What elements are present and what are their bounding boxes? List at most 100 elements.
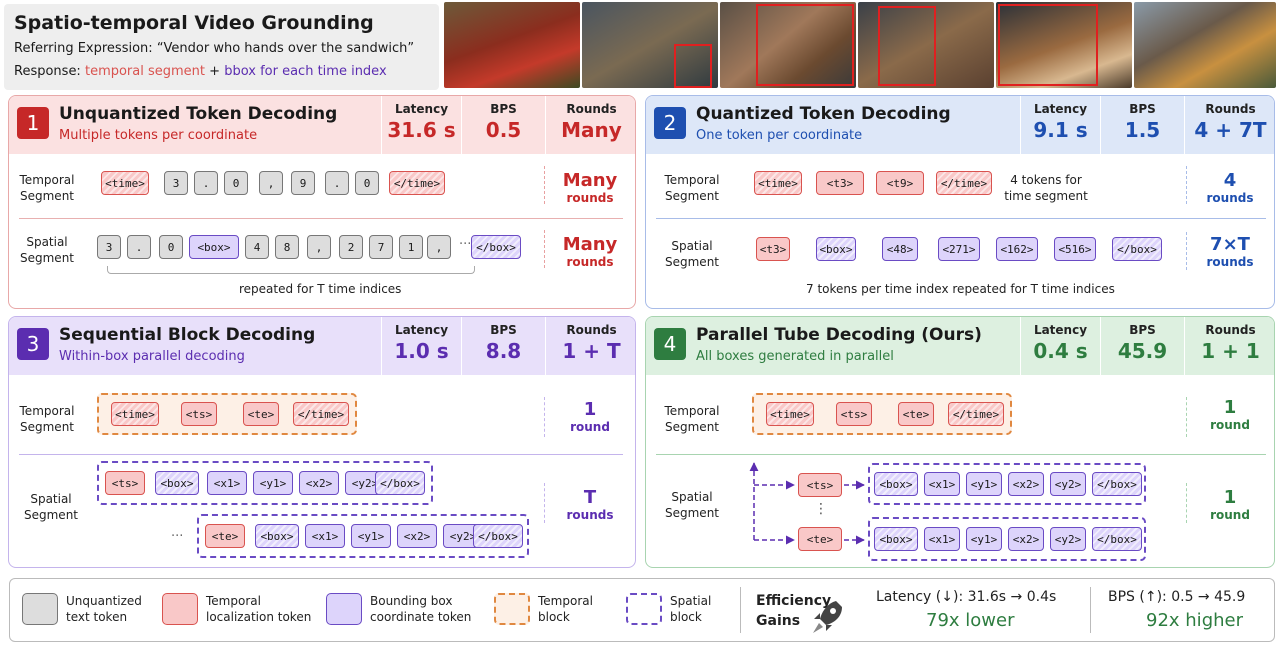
metric-label: Rounds bbox=[566, 102, 617, 116]
video-frame bbox=[444, 2, 580, 88]
temporal-rounds: 1 round bbox=[1194, 397, 1266, 432]
legend-swatch-spatial-block bbox=[626, 593, 662, 625]
rounds-unit: rounds bbox=[566, 508, 614, 522]
legend-label: Unquantized text token bbox=[66, 594, 142, 624]
token: </box> bbox=[473, 524, 523, 548]
panel-header: 3 Sequential Block Decoding Within-box p… bbox=[9, 317, 635, 375]
legend: Unquantized text token Temporal localiza… bbox=[9, 578, 1275, 642]
panel-subtitle: Multiple tokens per coordinate bbox=[59, 128, 258, 143]
token: , bbox=[427, 235, 451, 259]
legend-label: Bounding box coordinate token bbox=[370, 594, 472, 624]
token: </box> bbox=[375, 471, 425, 495]
latency-value: 1.0 s bbox=[394, 339, 449, 363]
video-frame bbox=[582, 2, 718, 88]
token: <y1> bbox=[351, 524, 391, 548]
token: <y2> bbox=[1050, 472, 1086, 496]
token: <x2> bbox=[1008, 472, 1044, 496]
latency-metric: Latency 1.0 s bbox=[381, 317, 461, 375]
token: </time> bbox=[389, 171, 445, 195]
rounds-unit: rounds bbox=[566, 255, 614, 269]
row-divider bbox=[656, 218, 1266, 219]
token: 0 bbox=[159, 235, 183, 259]
bounding-box bbox=[674, 44, 712, 88]
row-divider bbox=[19, 454, 623, 455]
token: 0 bbox=[224, 171, 248, 195]
bps-value: 8.8 bbox=[485, 339, 522, 363]
video-frame bbox=[996, 2, 1132, 88]
token-te: <te> bbox=[798, 527, 842, 551]
token: <box> bbox=[255, 524, 299, 548]
panel-header: 2 Quantized Token Decoding One token per… bbox=[646, 96, 1274, 154]
token: <x2> bbox=[397, 524, 437, 548]
latency-gain-value: 79x lower bbox=[926, 610, 1015, 631]
token: . bbox=[127, 235, 151, 259]
token: <x1> bbox=[305, 524, 345, 548]
vertical-ellipsis: ⋮ bbox=[814, 501, 828, 517]
token: <x1> bbox=[924, 472, 960, 496]
metric-label: Rounds bbox=[1205, 102, 1256, 116]
token: <y1> bbox=[966, 527, 1002, 551]
token: <ts> bbox=[181, 402, 217, 426]
temporal-rounds: 4 rounds bbox=[1194, 170, 1266, 205]
rounds-count: 4 bbox=[1223, 170, 1237, 191]
legend-swatch-gray bbox=[22, 593, 58, 625]
token: . bbox=[325, 171, 349, 195]
rounds-value: Many bbox=[561, 118, 622, 142]
metric-label: Latency bbox=[394, 323, 449, 337]
token: <t3> bbox=[816, 171, 864, 195]
rounds-count: Many bbox=[562, 234, 618, 255]
token: 3 bbox=[164, 171, 188, 195]
token: <516> bbox=[1054, 237, 1096, 261]
panel-subtitle: Within-box parallel decoding bbox=[59, 349, 245, 364]
token: , bbox=[259, 171, 283, 195]
rounds-unit: round bbox=[1210, 418, 1250, 432]
rounds-metric: Rounds Many bbox=[545, 96, 635, 154]
token: <y1> bbox=[966, 472, 1002, 496]
panel-header: 1 Unquantized Token Decoding Multiple to… bbox=[9, 96, 635, 154]
repeat-note: repeated for T time indices bbox=[239, 282, 402, 296]
token: <box> bbox=[816, 237, 856, 261]
token: <time> bbox=[111, 402, 159, 426]
legend-label: Temporal block bbox=[538, 594, 593, 624]
repeat-note: 7 tokens per time index repeated for T t… bbox=[806, 282, 1115, 296]
token: 4 bbox=[245, 235, 269, 259]
panel-number: 1 bbox=[17, 107, 49, 139]
rounds-unit: round bbox=[1210, 508, 1250, 522]
rounds-value: 4 + 7T bbox=[1194, 118, 1267, 142]
bounding-box bbox=[756, 4, 854, 86]
token: </time> bbox=[293, 402, 349, 426]
legend-swatch-temporal-block bbox=[494, 593, 530, 625]
token: 8 bbox=[275, 235, 299, 259]
token: 9 bbox=[291, 171, 315, 195]
metric-label: BPS bbox=[490, 323, 517, 337]
metric-label: BPS bbox=[490, 102, 517, 116]
token: <y1> bbox=[253, 471, 293, 495]
token: </box> bbox=[1092, 527, 1142, 551]
token: . bbox=[194, 171, 218, 195]
bps-gain-line: BPS (↑): 0.5 → 45.9 bbox=[1108, 589, 1246, 605]
panel-subtitle: One token per coordinate bbox=[696, 128, 863, 143]
bps-value: 0.5 bbox=[485, 118, 522, 142]
panel-title: Sequential Block Decoding bbox=[59, 325, 316, 345]
bounding-box bbox=[878, 6, 936, 86]
video-frame bbox=[858, 2, 994, 88]
rounds-unit: rounds bbox=[1206, 255, 1254, 269]
token: <x1> bbox=[207, 471, 247, 495]
temporal-note: 4 tokens for time segment bbox=[1004, 173, 1088, 203]
rounds-divider bbox=[544, 397, 545, 437]
video-frame bbox=[720, 2, 856, 88]
metric-label: BPS bbox=[1129, 102, 1156, 116]
token: </box> bbox=[1092, 472, 1142, 496]
bps-value: 1.5 bbox=[1124, 118, 1161, 142]
bps-metric: BPS 0.5 bbox=[461, 96, 545, 154]
legend-divider bbox=[740, 587, 741, 633]
token-box-end: </box> bbox=[471, 235, 521, 259]
rounds-divider bbox=[544, 166, 545, 204]
latency-value: 31.6 s bbox=[387, 118, 456, 142]
token: <t9> bbox=[876, 171, 924, 195]
token: <time> bbox=[101, 171, 149, 195]
token: </box> bbox=[1112, 237, 1162, 261]
token: <box> bbox=[874, 527, 918, 551]
repeat-bracket bbox=[107, 266, 475, 274]
token: <t3> bbox=[756, 237, 790, 261]
